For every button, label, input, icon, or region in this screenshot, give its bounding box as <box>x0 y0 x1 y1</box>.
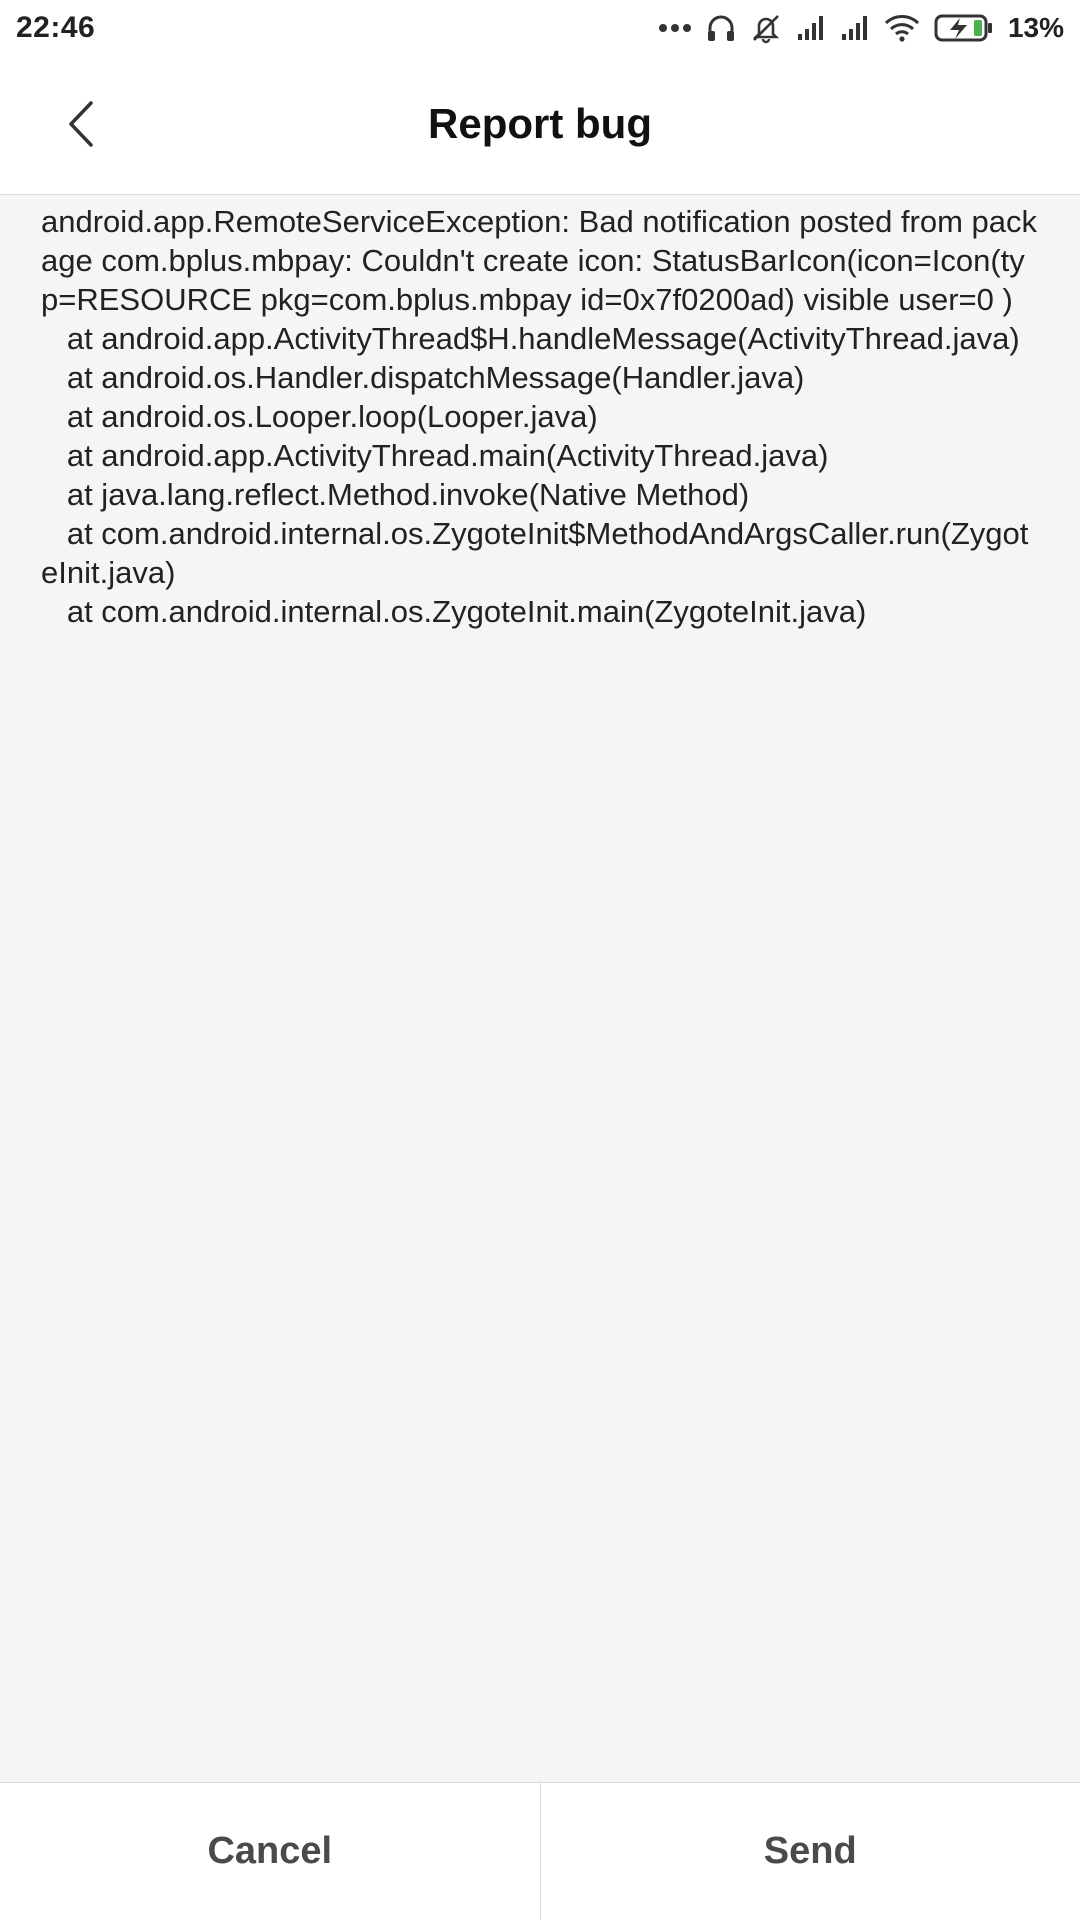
cancel-button[interactable]: Cancel <box>0 1783 540 1920</box>
wifi-icon <box>884 14 920 42</box>
signal-icon <box>840 14 870 42</box>
battery-charging-icon <box>934 13 994 43</box>
more-dots-icon <box>658 23 692 33</box>
send-button[interactable]: Send <box>541 1783 1080 1920</box>
page-title: Report bug <box>428 100 652 147</box>
bug-report-text: android.app.RemoteServiceException: Bad … <box>41 204 1038 629</box>
headset-icon <box>706 13 736 43</box>
status-icons: 13% <box>658 12 1064 44</box>
status-bar: 22:46 13% <box>0 0 1080 56</box>
battery-percent: 13% <box>1007 12 1064 43</box>
header: Report bug <box>0 56 1080 195</box>
muted-bell-icon <box>750 12 782 44</box>
footer-buttons: Cancel Send <box>0 1782 1080 1920</box>
signal-icon <box>796 14 826 42</box>
status-time: 22:46 <box>16 11 96 44</box>
report-content[interactable]: android.app.RemoteServiceException: Bad … <box>0 196 1080 1782</box>
